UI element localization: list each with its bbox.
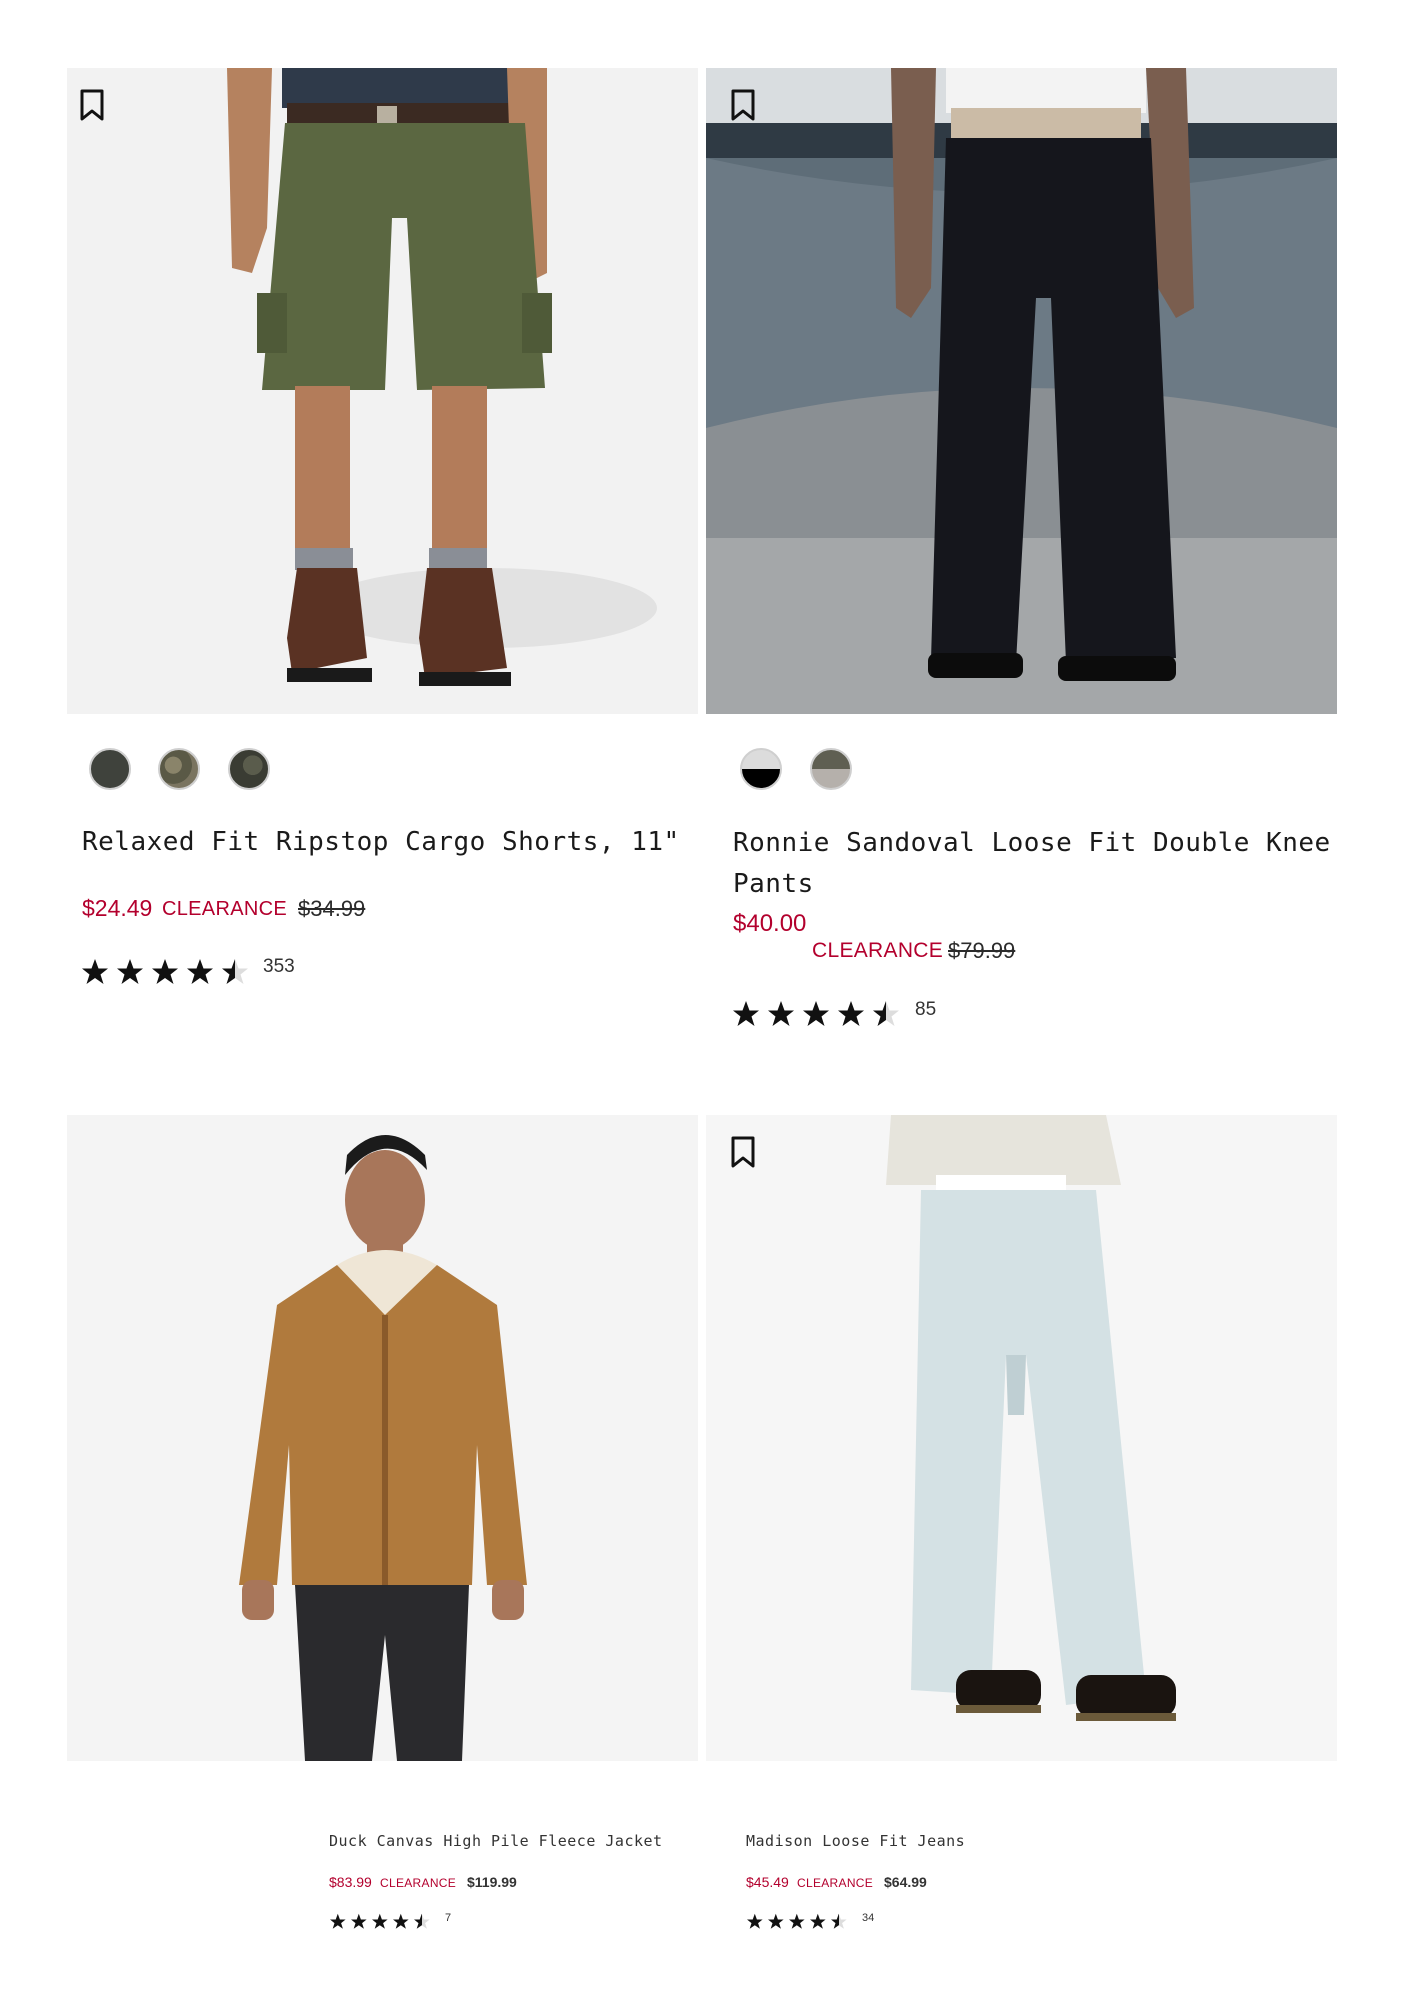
clearance-label: CLEARANCE	[162, 898, 287, 920]
rating-stars	[82, 956, 262, 986]
product-image-loose-fit-jeans[interactable]	[706, 1115, 1337, 1761]
rating-stars	[733, 998, 913, 1028]
review-count[interactable]: 7	[445, 1912, 451, 1924]
review-count[interactable]: 353	[263, 956, 295, 978]
color-swatch[interactable]	[158, 748, 200, 790]
clearance-label: CLEARANCE	[380, 1876, 457, 1890]
bookmark-icon[interactable]	[728, 88, 758, 122]
clearance-label: CLEARANCE	[812, 939, 944, 962]
original-price: $79.99	[948, 938, 1016, 963]
product-title-line: Ronnie Sandoval Loose Fit Double Knee	[733, 828, 1331, 858]
color-swatch[interactable]	[810, 748, 852, 790]
product-title[interactable]: Duck Canvas High Pile Fleece Jacket	[329, 1831, 663, 1851]
star-rating-icon	[330, 1913, 430, 1929]
sale-price: $83.99	[329, 1874, 372, 1890]
product-title[interactable]: Madison Loose Fit Jeans	[746, 1831, 965, 1851]
bookmark-icon[interactable]	[77, 88, 107, 122]
clearance-label: CLEARANCE	[797, 1876, 874, 1890]
product-image-double-knee-pants[interactable]	[706, 68, 1337, 714]
rating-stars	[746, 1912, 856, 1930]
product-title-line: Pants	[733, 869, 814, 899]
review-count[interactable]: 34	[862, 1912, 874, 1924]
color-swatch[interactable]	[89, 748, 131, 790]
original-price: $34.99	[298, 896, 366, 921]
bookmark-icon[interactable]	[728, 1135, 758, 1169]
sale-price: $40.00	[733, 910, 807, 937]
sale-price: $45.49	[746, 1874, 789, 1890]
star-rating-icon	[733, 1001, 899, 1026]
sale-price: $24.49	[82, 895, 153, 921]
rating-stars	[329, 1912, 439, 1930]
original-price: $64.99	[884, 1874, 927, 1890]
star-rating-icon	[82, 959, 248, 984]
color-swatch[interactable]	[228, 748, 270, 790]
product-title[interactable]: Relaxed Fit Ripstop Cargo Shorts, 11"	[82, 822, 680, 863]
review-count[interactable]: 85	[915, 999, 936, 1021]
original-price: $119.99	[467, 1874, 517, 1890]
product-image-fleece-jacket[interactable]	[67, 1115, 698, 1761]
product-title[interactable]: Ronnie Sandoval Loose Fit Double Knee Pa…	[733, 823, 1331, 905]
product-image-cargo-shorts[interactable]	[67, 68, 698, 714]
color-swatch[interactable]	[740, 748, 782, 790]
star-rating-icon	[747, 1913, 847, 1929]
